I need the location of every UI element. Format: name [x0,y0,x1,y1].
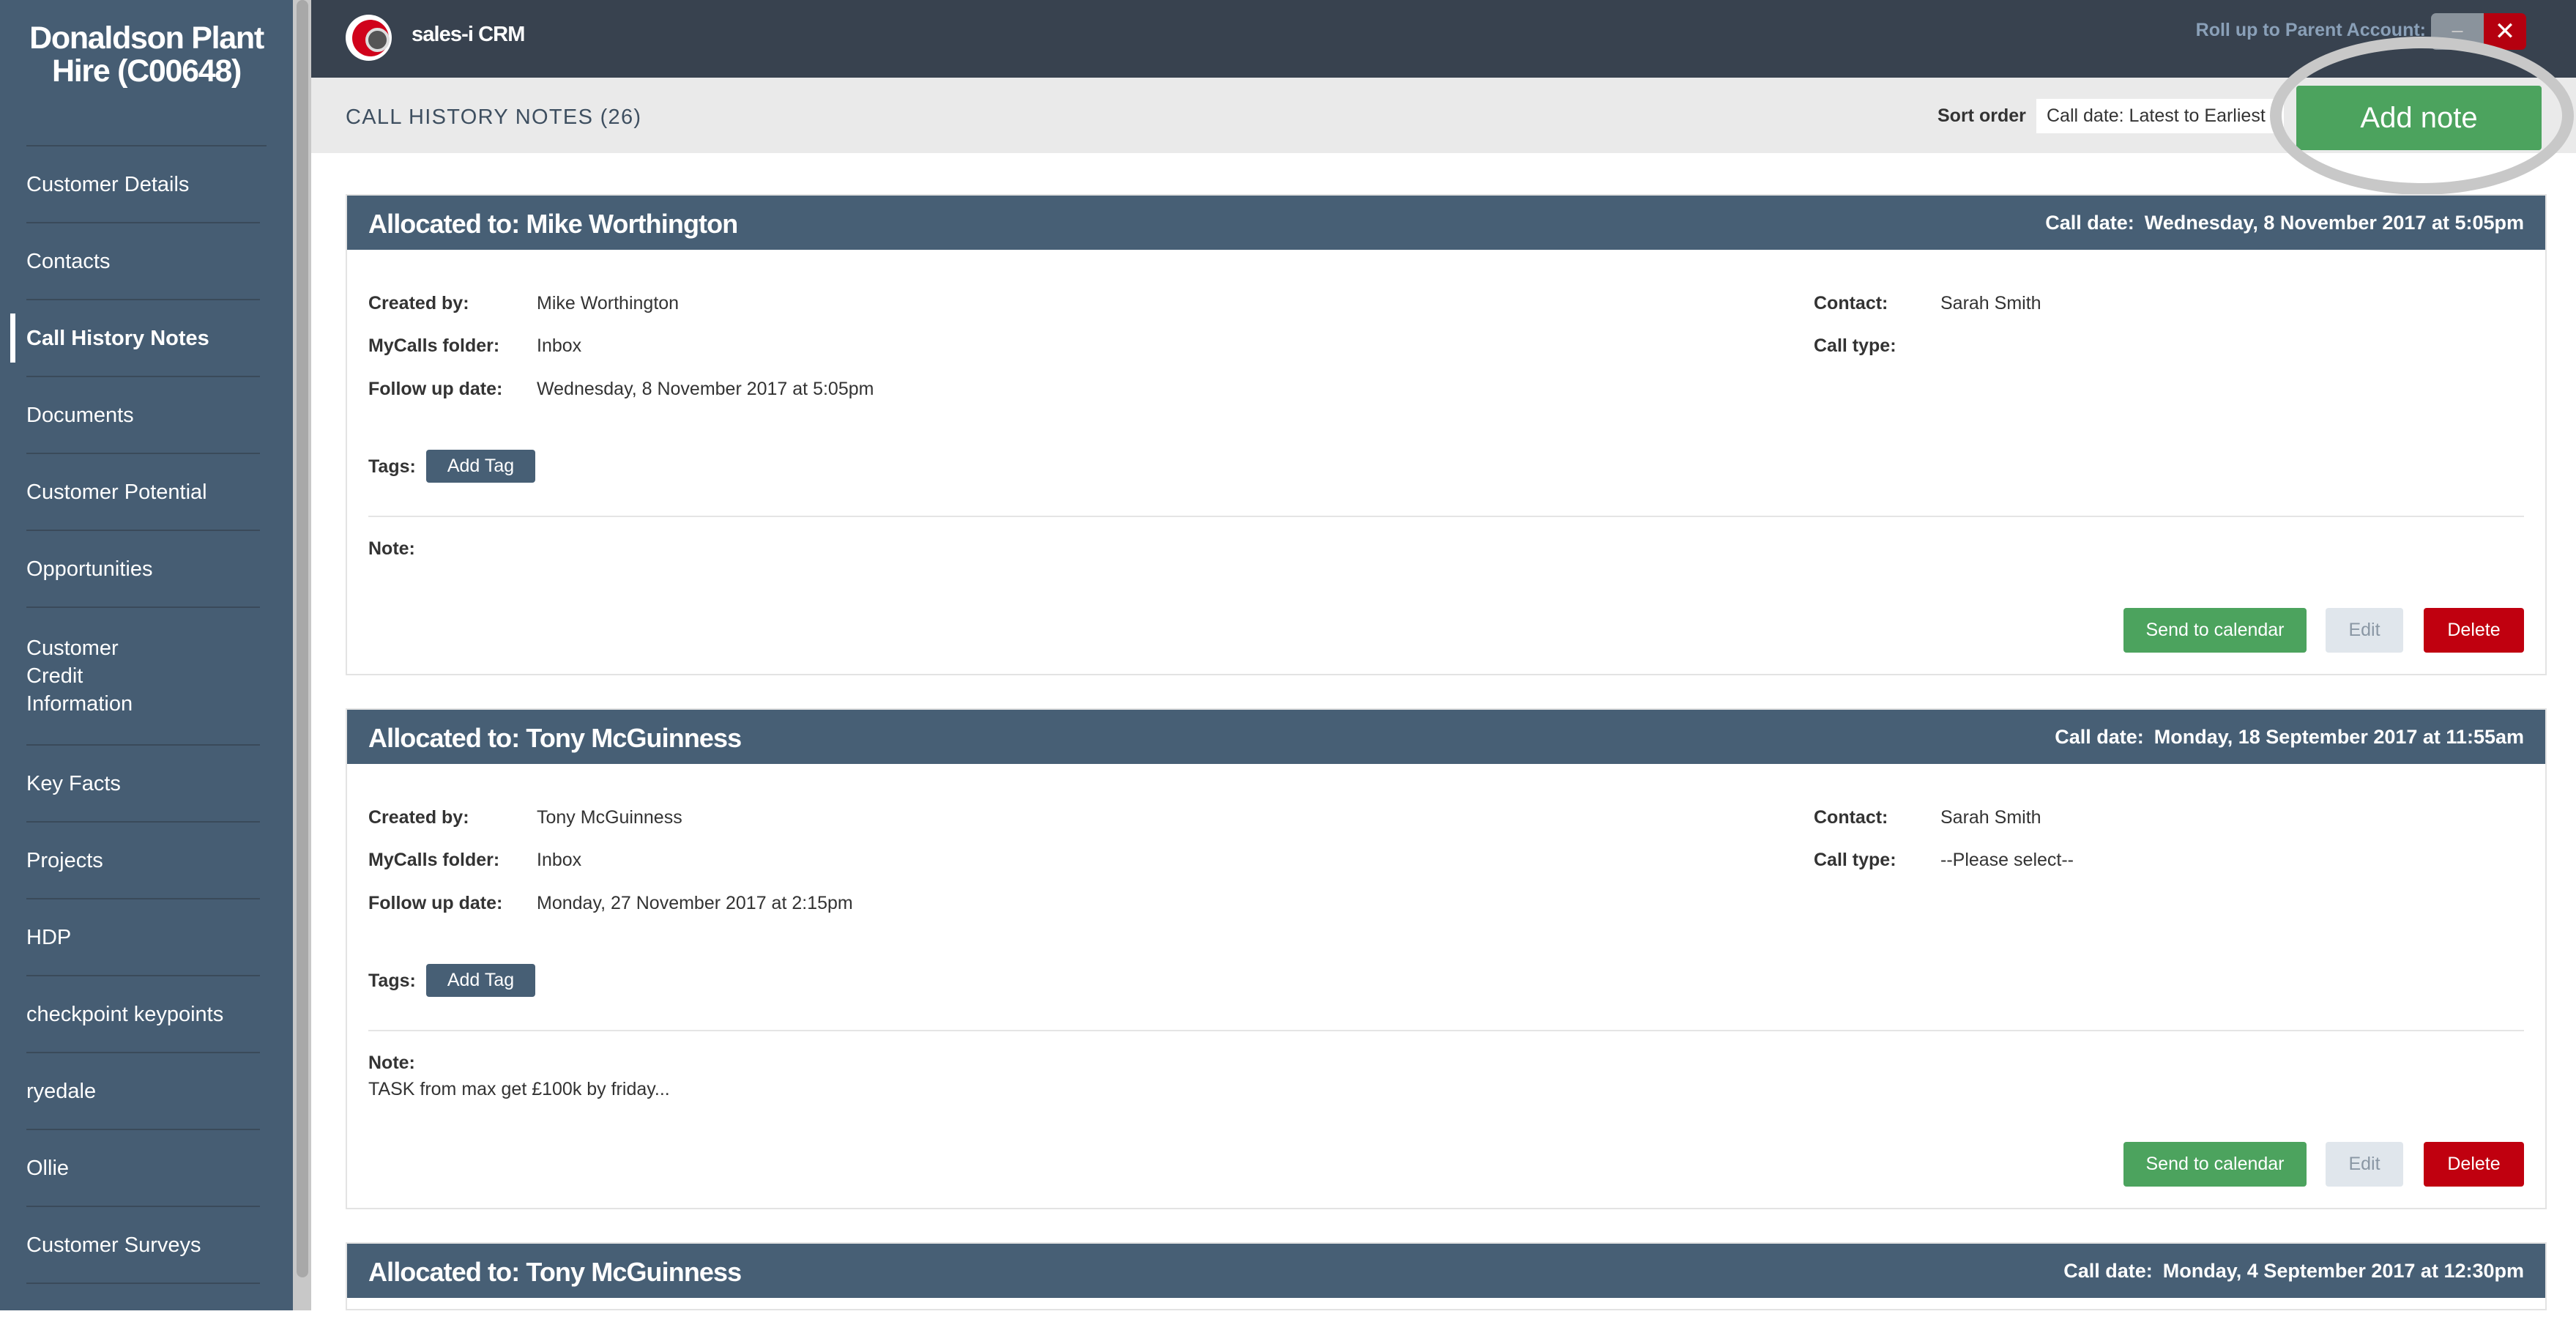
sub-header: CALL HISTORY NOTES (26) Sort order Call … [311,78,2576,153]
rollup-toggle[interactable]: – ✕ [2431,13,2526,50]
folder-label: MyCalls folder: [368,335,500,356]
contact-label: Contact: [1814,293,1888,313]
contact-value: Sarah Smith [1940,293,2041,313]
allocated-to: Allocated to: Mike Worthington [368,209,738,240]
edit-button[interactable]: Edit [2326,608,2403,653]
call-note-card: Allocated to: Tony McGuinness Call date:… [346,1242,2547,1310]
sidebar-item-checkpoint-keypoints[interactable]: checkpoint keypoints [26,976,260,1053]
created_by-label: Created by: [368,807,469,828]
tags-label: Tags: [368,971,416,991]
note-text: TASK from max get £100k by friday... [368,1079,670,1099]
call_type-label: Call type: [1814,335,1896,356]
allocated-name: Tony McGuinness [526,723,742,753]
call-date-label: Call date: [2063,1260,2153,1282]
follow_up-value: Wednesday, 8 November 2017 at 5:05pm [537,379,874,399]
call-date-label: Call date: [2055,726,2144,748]
call-date-value: Monday, 4 September 2017 at 12:30pm [2162,1260,2524,1282]
folder-value: Inbox [537,335,582,356]
folder-value: Inbox [537,850,582,870]
call-date-value: Monday, 18 September 2017 at 11:55am [2154,726,2524,748]
page-title: CALL HISTORY NOTES (26) [346,105,642,129]
sort-order-select[interactable]: Call date: Latest to Earliest [2036,99,2284,133]
add-note-button[interactable]: Add note [2296,86,2542,150]
field-created_by: Created by: Mike Worthington [368,293,679,314]
sidebar-item-opportunities[interactable]: Opportunities [26,531,260,608]
sidebar-item-ollie[interactable]: Ollie [26,1130,260,1207]
add-tag-button[interactable]: Add Tag [426,964,535,997]
allocated-label: Allocated to: [368,209,520,239]
contact-value: Sarah Smith [1940,807,2041,828]
divider [368,516,2524,517]
field-follow_up: Follow up date: Wednesday, 8 November 201… [368,379,874,400]
field-call_type: Call type: --Please select-- [1814,850,2074,871]
brand-name: sales-i CRM [412,23,525,46]
toggle-off[interactable]: – [2431,13,2484,50]
divider [368,1030,2524,1031]
edit-button[interactable]: Edit [2326,1142,2403,1187]
created_by-value: Mike Worthington [537,293,680,313]
sidebar-scrollbar[interactable] [293,0,311,1310]
note-header: Allocated to: Tony McGuinness Call date:… [347,1244,2545,1298]
allocated-label: Allocated to: [368,723,520,753]
sidebar-item-customer-potential[interactable]: Customer Potential [26,454,260,531]
sidebar-item-documents[interactable]: Documents [26,377,260,454]
created_by-label: Created by: [368,293,469,313]
account-name: Donaldson Plant Hire (C00648) [26,0,267,146]
sidebar-item-key-facts[interactable]: Key Facts [26,746,260,823]
call-note-card: Allocated to: Mike Worthington Call date… [346,194,2547,675]
sidebar: Donaldson Plant Hire (C00648) Customer D… [0,0,293,1334]
allocated-name: Tony McGuinness [526,1257,742,1287]
sidebar-item-customer-surveys[interactable]: Customer Surveys [26,1207,260,1284]
sidebar-item-projects[interactable]: Projects [26,823,260,899]
sidebar-item-customer-credit-information[interactable]: Customer Credit Information [26,608,260,746]
field-contact: Contact: Sarah Smith [1814,293,2041,314]
follow_up-label: Follow up date: [368,893,503,913]
send-to-calendar-button[interactable]: Send to calendar [2123,1142,2307,1187]
sales-i-logo-icon [346,15,392,61]
call-date: Call date: Monday, 18 September 2017 at 1… [2055,726,2524,749]
field-folder: MyCalls folder: Inbox [368,335,581,357]
scrollbar-thumb[interactable] [297,0,308,1277]
sidebar-item-contacts[interactable]: Contacts [26,223,260,300]
close-icon[interactable]: ✕ [2484,13,2526,50]
field-contact: Contact: Sarah Smith [1814,807,2041,828]
field-folder: MyCalls folder: Inbox [368,850,581,871]
allocated-name: Mike Worthington [526,209,738,239]
delete-button[interactable]: Delete [2424,608,2524,653]
sidebar-item-call-history-notes[interactable]: Call History Notes [10,300,260,377]
field-created_by: Created by: Tony McGuinness [368,807,682,828]
sidebar-item-ryedale[interactable]: ryedale [26,1053,260,1130]
allocated-label: Allocated to: [368,1257,520,1287]
call-date-label: Call date: [2045,212,2134,234]
note-header: Allocated to: Mike Worthington Call date… [347,196,2545,250]
note-label: Note: [368,1053,415,1073]
note-header: Allocated to: Tony McGuinness Call date:… [347,710,2545,764]
field-call_type: Call type: [1814,335,1940,357]
call-date-value: Wednesday, 8 November 2017 at 5:05pm [2144,212,2524,234]
sidebar-item-customer-details[interactable]: Customer Details [26,146,260,223]
created_by-value: Tony McGuinness [537,807,682,828]
follow_up-label: Follow up date: [368,379,503,399]
field-follow_up: Follow up date: Monday, 27 November 2017 … [368,893,853,914]
call-date: Call date: Wednesday, 8 November 2017 at … [2045,212,2524,234]
call-note-card: Allocated to: Tony McGuinness Call date:… [346,708,2547,1209]
call_type-label: Call type: [1814,850,1896,870]
folder-label: MyCalls folder: [368,850,500,870]
follow_up-value: Monday, 27 November 2017 at 2:15pm [537,893,853,913]
sort-label: Sort order [1937,105,2026,126]
call_type-value: --Please select-- [1940,850,2074,870]
tags-label: Tags: [368,456,416,477]
send-to-calendar-button[interactable]: Send to calendar [2123,608,2307,653]
add-tag-button[interactable]: Add Tag [426,450,535,483]
contact-label: Contact: [1814,807,1888,828]
allocated-to: Allocated to: Tony McGuinness [368,1257,742,1288]
top-bar: sales-i CRM Roll up to Parent Account: –… [311,0,2576,78]
allocated-to: Allocated to: Tony McGuinness [368,723,742,754]
rollup-label: Roll up to Parent Account: [2195,20,2426,40]
note-label: Note: [368,538,415,559]
call-date: Call date: Monday, 4 September 2017 at 12… [2063,1260,2524,1283]
sidebar-item-hdp[interactable]: HDP [26,899,260,976]
delete-button[interactable]: Delete [2424,1142,2524,1187]
